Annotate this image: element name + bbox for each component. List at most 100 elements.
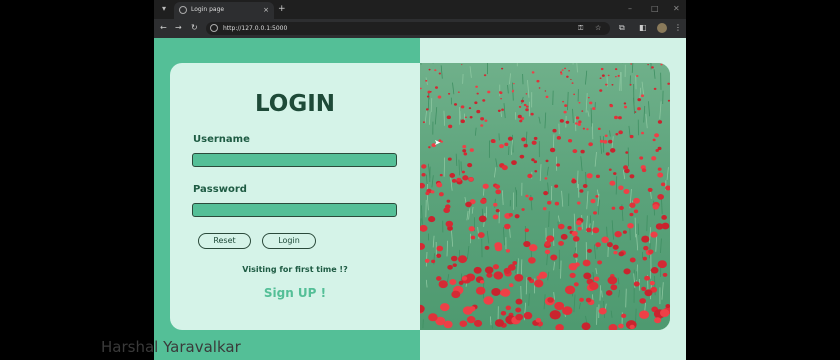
poppy-flower	[491, 287, 501, 296]
poppy-flower	[534, 279, 544, 288]
password-input[interactable]	[192, 203, 397, 217]
close-window-icon[interactable]: ✕	[673, 3, 680, 15]
poppy-flower	[629, 212, 634, 217]
poppy-flower	[448, 124, 453, 129]
poppy-flower	[504, 142, 509, 147]
tab-login-page[interactable]: Login page ×	[174, 2, 274, 19]
poppy-flower	[618, 116, 622, 120]
poppy-flower	[497, 109, 501, 113]
poppy-flower	[512, 260, 518, 265]
poppy-flower	[612, 244, 619, 250]
poppy-flower	[661, 222, 670, 230]
bookmark-star-icon[interactable]: ☆	[595, 22, 601, 35]
poppy-flower	[499, 144, 504, 149]
poppy-flower	[647, 64, 649, 66]
poppy-flower	[597, 127, 601, 131]
username-label: Username	[193, 134, 250, 145]
poppy-flower	[657, 146, 662, 151]
poppy-flower	[533, 136, 538, 140]
poppy-flower	[651, 66, 654, 69]
poppy-flower	[515, 307, 522, 313]
poppy-flower	[581, 322, 591, 330]
poppy-flower	[563, 110, 567, 114]
poppy-flower	[461, 170, 465, 174]
poppy-flower	[647, 187, 653, 192]
poppy-flower	[438, 192, 444, 197]
close-icon[interactable]: ×	[263, 5, 269, 15]
poppy-flower	[599, 89, 603, 92]
poppy-flower	[436, 182, 443, 188]
poppy-flower	[621, 313, 627, 319]
poppy-flower	[561, 69, 564, 71]
grass-stem	[615, 176, 618, 195]
poppy-flower	[508, 264, 516, 271]
grass-stem	[485, 206, 488, 219]
new-tab-button[interactable]: +	[278, 3, 286, 15]
username-input[interactable]	[192, 153, 397, 167]
poppy-flower	[437, 95, 442, 99]
poppy-flower	[633, 197, 640, 204]
poppy-flower	[487, 90, 491, 94]
extensions-icon[interactable]: ⧉	[619, 22, 625, 34]
poppy-flower	[519, 119, 523, 123]
poppy-flower	[470, 235, 476, 240]
chevron-down-icon[interactable]: ▾	[158, 3, 170, 15]
poppy-flower	[582, 127, 586, 130]
poppy-flower	[603, 139, 608, 144]
poppy-flower	[634, 111, 637, 113]
poppy-flower	[629, 324, 635, 330]
profile-avatar[interactable]	[657, 23, 667, 33]
poppy-flower	[462, 149, 467, 153]
poppy-flower	[564, 104, 568, 107]
poppy-flower	[609, 180, 616, 186]
poppy-flower	[559, 71, 563, 74]
poppy-flower	[605, 152, 610, 156]
poppy-flower	[538, 271, 548, 279]
poppy-flower	[657, 172, 664, 178]
login-button[interactable]: Login	[262, 233, 316, 249]
side-panel-icon[interactable]: ◧	[639, 22, 647, 34]
poppy-flower	[644, 289, 653, 297]
poppy-flower	[494, 319, 505, 327]
poppy-flower	[535, 317, 542, 323]
poppy-flower	[615, 133, 619, 136]
url-text[interactable]: http://127.0.0.1:5000	[223, 23, 287, 34]
password-key-icon[interactable]: ⚿	[578, 22, 583, 35]
poppy-flower	[514, 273, 524, 282]
site-info-icon[interactable]	[210, 24, 218, 32]
poppy-flower	[436, 253, 442, 258]
poppy-flower	[593, 276, 600, 282]
poppy-flower	[641, 286, 647, 291]
poppy-flower	[604, 134, 608, 138]
address-bar[interactable]: http://127.0.0.1:5000 ⚿ ☆	[206, 22, 610, 35]
poppy-flower	[543, 191, 549, 196]
minimize-icon[interactable]: –	[628, 3, 632, 15]
back-arrow-icon[interactable]: ←	[160, 22, 167, 34]
poppy-flower	[465, 201, 472, 208]
reload-icon[interactable]: ↻	[191, 22, 198, 34]
poppy-flower	[523, 143, 528, 148]
poppy-flower	[461, 64, 463, 66]
signup-link[interactable]: Sign UP !	[170, 285, 420, 301]
poppy-flower	[618, 251, 624, 257]
poppy-flower	[480, 124, 484, 127]
poppy-flower	[618, 130, 623, 135]
poppy-flower	[545, 95, 549, 99]
poppy-flower	[425, 191, 430, 196]
more-menu-icon[interactable]: ⋮	[674, 22, 682, 34]
poppy-flower	[523, 311, 533, 320]
maximize-icon[interactable]: □	[651, 3, 659, 15]
poppy-flower	[558, 240, 564, 246]
forward-arrow-icon[interactable]: →	[175, 22, 182, 34]
poppy-flower	[623, 102, 627, 105]
poppy-flower	[524, 228, 530, 233]
poppy-flower	[657, 167, 662, 171]
poppy-flower	[610, 148, 616, 153]
reset-button[interactable]: Reset	[198, 233, 251, 249]
poppy-flower	[659, 309, 670, 318]
poppy-flower	[595, 174, 600, 179]
poppy-flower	[460, 119, 465, 124]
grass-stem	[625, 288, 627, 308]
poppy-flower	[614, 68, 618, 71]
poppy-flower	[480, 198, 487, 204]
